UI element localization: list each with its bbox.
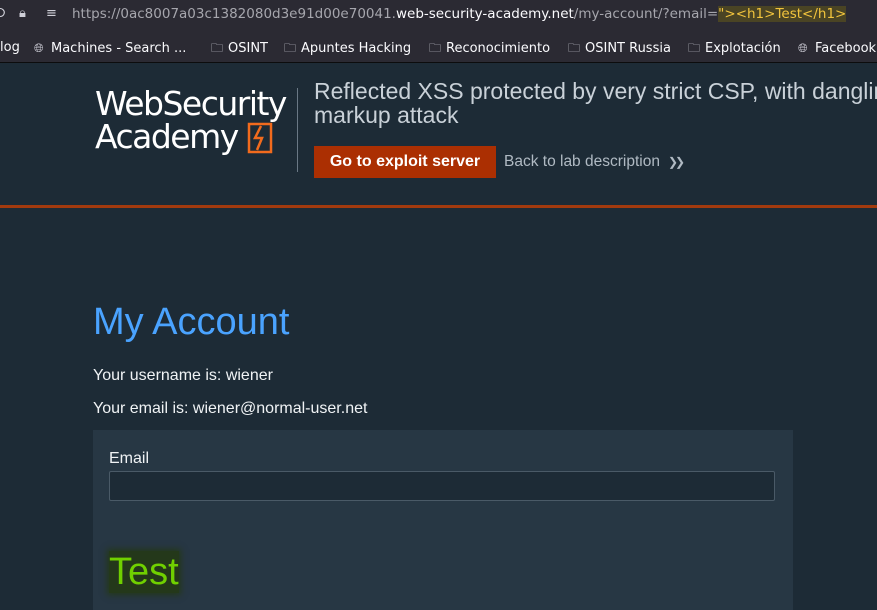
go-to-exploit-server-button[interactable]: Go to exploit server bbox=[314, 146, 496, 178]
folder-icon: 🗀 bbox=[429, 41, 442, 55]
web-security-academy-logo[interactable]: WebSecurity Academy bbox=[95, 84, 287, 156]
logo-lightning-icon bbox=[247, 122, 273, 154]
back-to-lab-description-link[interactable]: Back to lab description ❯❯ bbox=[504, 153, 685, 171]
globe-icon: 🌐︎ bbox=[798, 41, 808, 55]
bookmark-machines[interactable]: 🌐︎ Machines - Search ... bbox=[34, 40, 186, 57]
bookmark-osint[interactable]: 🗀 OSINT bbox=[211, 40, 268, 57]
globe-icon: 🌐︎ bbox=[34, 41, 44, 55]
folder-icon: 🗀 bbox=[568, 41, 581, 55]
shield-icon[interactable]: ⭘ bbox=[0, 7, 9, 21]
url-text[interactable]: https://0ac8007a03c1382080d3e91d00e70041… bbox=[72, 6, 847, 22]
logo-line-2: Academy bbox=[95, 117, 239, 156]
folder-icon: 🗀 bbox=[284, 41, 297, 55]
logo-line-1: WebSecurity bbox=[95, 84, 287, 123]
bookmark-apuntes-hacking[interactable]: 🗀 Apuntes Hacking bbox=[284, 40, 411, 57]
url-bar[interactable]: ⭘ 🔒︎ ≡ https://0ac8007a03c1382080d3e91d0… bbox=[0, 0, 877, 30]
bookmark-osint-russia[interactable]: 🗀 OSINT Russia bbox=[568, 40, 671, 57]
bookmark-explotacion[interactable]: 🗀 Explotación bbox=[688, 40, 781, 57]
double-chevron-right-icon: ❯❯ bbox=[667, 155, 685, 169]
username-text: Your username is: wiener bbox=[93, 367, 273, 384]
bookmark-facebook[interactable]: 🌐︎ Facebook bbox=[798, 40, 876, 57]
logo-divider bbox=[297, 88, 298, 172]
injected-heading: Test bbox=[109, 551, 179, 593]
lock-icon[interactable]: 🔒︎ bbox=[19, 7, 33, 21]
update-email-form: Email Test bbox=[93, 430, 793, 610]
bookmarks-bar: log 🌐︎ Machines - Search ... 🗀 OSINT 🗀 Apun… bbox=[0, 30, 877, 63]
folder-icon: 🗀 bbox=[688, 41, 701, 55]
header-separator bbox=[0, 205, 877, 208]
page-title: My Account bbox=[93, 301, 290, 343]
email-field[interactable] bbox=[109, 471, 775, 501]
bookmark-log[interactable]: log bbox=[0, 40, 20, 56]
bookmark-reconocimiento[interactable]: 🗀 Reconocimiento bbox=[429, 40, 550, 57]
email-text: Your email is: wiener@normal-user.net bbox=[93, 400, 368, 417]
permissions-icon[interactable]: ≡ bbox=[46, 7, 60, 21]
folder-icon: 🗀 bbox=[211, 41, 224, 55]
lab-title: Reflected XSS protected by very strict C… bbox=[314, 78, 877, 128]
email-label: Email bbox=[109, 450, 150, 467]
